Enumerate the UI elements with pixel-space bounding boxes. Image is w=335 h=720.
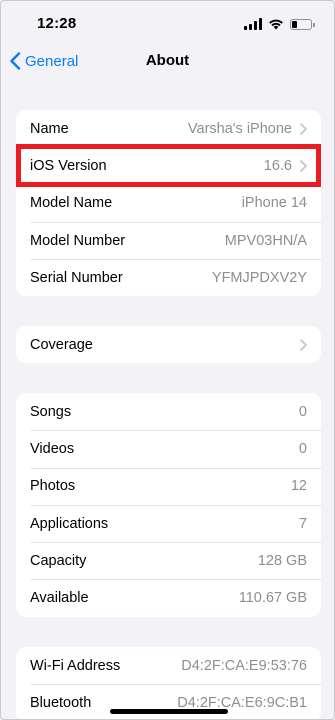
row-bluetooth: Bluetooth D4:2F:CA:E6:9C:B1 [16, 684, 321, 719]
home-indicator[interactable] [110, 709, 228, 714]
row-value: 7 [298, 515, 307, 532]
battery-icon [290, 18, 315, 30]
row-label: Model Name [30, 195, 113, 212]
row-wifi-address: Wi-Fi Address D4:2F:CA:E9:53:76 [16, 647, 321, 684]
row-coverage[interactable]: Coverage [16, 326, 321, 363]
status-time: 12:28 [37, 15, 77, 32]
row-value: D4:2F:CA:E9:53:76 [181, 657, 307, 674]
row-label: Available [30, 590, 89, 607]
row-value: Varsha's iPhone [187, 120, 292, 137]
row-value: 110.67 GB [238, 590, 307, 607]
row-value: 12 [290, 478, 307, 495]
wifi-icon [269, 19, 283, 30]
row-value: 16.6 [263, 157, 292, 174]
row-available: Available 110.67 GB [16, 579, 321, 616]
row-ios-version[interactable]: iOS Version 16.6 [16, 147, 321, 184]
row-label: iOS Version [30, 157, 107, 174]
cellular-signal-icon [244, 18, 262, 30]
row-value: iPhone 14 [241, 195, 307, 212]
row-label: Coverage [30, 336, 93, 353]
row-name[interactable]: Name Varsha's iPhone [16, 110, 321, 147]
row-label: Songs [30, 403, 72, 420]
chevron-right-icon [300, 160, 307, 172]
row-photos: Photos 12 [16, 467, 321, 505]
chevron-right-icon [300, 338, 307, 351]
status-icons [244, 18, 315, 30]
row-capacity: Capacity 128 GB [16, 542, 321, 579]
row-applications: Applications 7 [16, 504, 321, 542]
coverage-group: Coverage [16, 326, 321, 364]
row-label: Bluetooth [30, 694, 92, 711]
row-label: Name [30, 120, 69, 137]
row-value: YFMJPDXV2Y [211, 269, 307, 286]
row-model-name: Model Name iPhone 14 [16, 184, 321, 222]
page-title: About [145, 52, 190, 69]
row-value: 0 [298, 403, 307, 420]
row-model-number[interactable]: Model Number MPV03HN/A [16, 221, 321, 259]
status-bar: 12:28 [1, 1, 334, 47]
row-songs: Songs 0 [16, 393, 321, 430]
row-value: 0 [298, 440, 307, 457]
row-label: Serial Number [30, 269, 123, 286]
row-value: MPV03HN/A [224, 232, 307, 249]
row-label: Videos [30, 440, 75, 457]
device-info-group: Name Varsha's iPhone iOS Version 16.6 Mo… [16, 110, 321, 297]
row-label: Photos [30, 478, 76, 495]
row-label: Applications [30, 515, 109, 532]
row-label: Wi-Fi Address [30, 657, 121, 674]
storage-group: Songs 0 Videos 0 Photos 12 Applications … [16, 393, 321, 617]
row-videos: Videos 0 [16, 430, 321, 467]
chevron-right-icon [300, 122, 307, 135]
row-value: 128 GB [257, 552, 307, 569]
row-label: Model Number [30, 232, 126, 249]
phone-screen: 12:28 General About Name Varsha's iPhone… [0, 0, 335, 720]
row-serial-number: Serial Number YFMJPDXV2Y [16, 259, 321, 296]
row-label: Capacity [30, 552, 87, 569]
navigation-bar: General About [1, 47, 334, 75]
